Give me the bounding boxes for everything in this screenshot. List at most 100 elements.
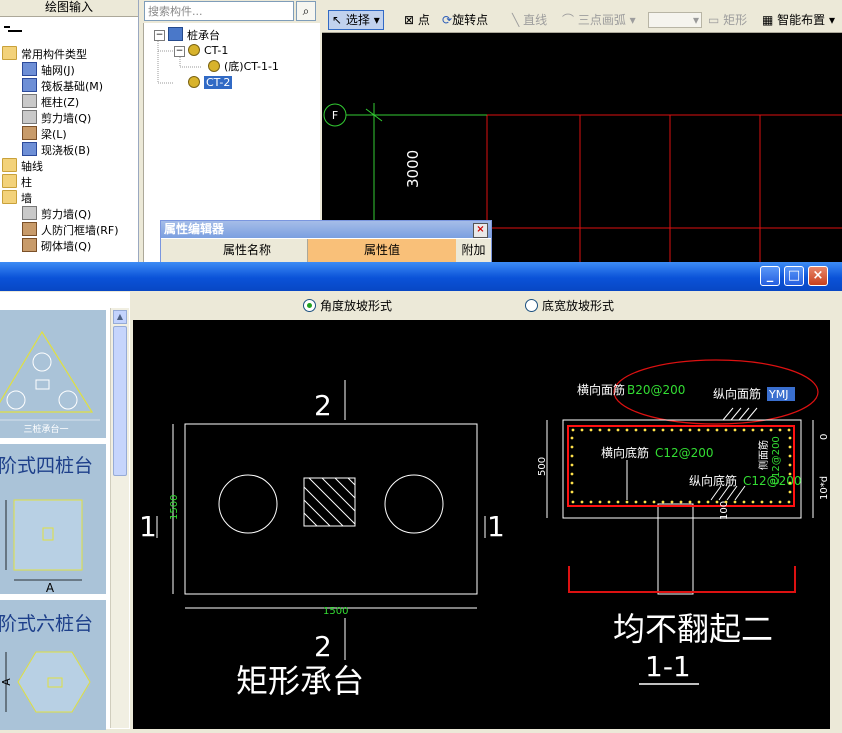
column-header-extra[interactable]: 附加 [456, 239, 491, 262]
tree-item[interactable]: 柱 [2, 174, 32, 190]
point-button[interactable]: ⊠ 点 [404, 11, 430, 29]
tree-item-ct2[interactable]: CT-2 [188, 75, 233, 91]
rotate-point-button[interactable]: ⟳旋转点 [442, 11, 488, 29]
tree-item[interactable]: 剪力墙(Q) [22, 110, 91, 126]
cap-drawing-svg: 2 2 1 1 1500 矩形承台 1500 横向面筋 B20@200 纵向面筋… [139, 359, 830, 700]
tree-item-label: 人防门框墙(RF) [41, 224, 119, 237]
line-icon: ╲ [512, 13, 520, 27]
template-label: 阶式四桩台 [0, 455, 93, 477]
tree-item[interactable]: 常用构件类型 [2, 46, 87, 62]
select-button[interactable]: ↖ 选择 ▾ [328, 10, 384, 30]
tree-item-label: 梁(L) [41, 128, 67, 141]
tree-item-ct1[interactable]: CT-1 [188, 43, 228, 59]
gear-icon [188, 76, 200, 88]
note-text: 均不翻起二 [613, 610, 773, 648]
dialog-titlebar: _ □ × [0, 262, 842, 291]
rebar-dot [688, 428, 692, 432]
tree-root[interactable]: 桩承台 [168, 27, 220, 43]
tree-item[interactable]: 梁(L) [22, 126, 67, 142]
smart-layout-button[interactable]: ▦ 智能布置 ▾ [762, 11, 835, 29]
rebar-dot [607, 428, 611, 432]
collapse-icon[interactable] [4, 26, 22, 32]
maximize-icon: □ [787, 268, 801, 283]
tree-item[interactable]: 剪力墙(Q) [22, 206, 91, 222]
arc-button[interactable]: ⌒ 三点画弧 ▾ [562, 11, 636, 29]
masonry-wall-icon [22, 238, 37, 252]
tree-toggle[interactable]: − [174, 46, 185, 57]
rebar-dot [788, 436, 792, 440]
minimize-icon: _ [766, 268, 774, 283]
tree-item[interactable]: 筏板基础(M) [22, 78, 103, 94]
template-four-pile[interactable]: 阶式四桩台 A [0, 444, 106, 595]
radio-angle-slope[interactable]: 角度放坡形式 [303, 298, 392, 314]
mode-dropdown[interactable]: ▾ [648, 12, 702, 28]
tree-item[interactable]: 现浇板(B) [22, 142, 90, 158]
tree-toggle[interactable]: − [154, 30, 165, 41]
arc-icon: ⌒ [562, 13, 575, 27]
scroll-thumb[interactable] [113, 326, 127, 476]
rebar-dot [570, 436, 574, 440]
dim-zero: 0 [819, 434, 830, 440]
tree-item[interactable]: 砌体墙(Q) [22, 238, 91, 254]
top-bar-label: 横向面筋 [577, 382, 625, 397]
cap-drawing[interactable]: 2 2 1 1 1500 矩形承台 1500 横向面筋 B20@200 纵向面筋… [133, 320, 830, 729]
template-six-pile[interactable]: 阶式六桩台 A [0, 600, 106, 730]
scroll-up-icon[interactable]: ▲ [113, 310, 127, 324]
bottom-bar-value: C12@200 [655, 446, 714, 460]
close-icon[interactable]: × [473, 223, 488, 238]
shear-wall-icon [22, 206, 37, 220]
rebar-dot [616, 500, 620, 504]
row-header [161, 239, 188, 262]
four-pile-thumbnail: 阶式四桩台 A [0, 455, 93, 595]
rebar-dot [580, 428, 584, 432]
property-editor-title: 属性编辑器 [161, 221, 491, 238]
rebar-dot [788, 481, 792, 485]
search-button[interactable]: ⌕ [296, 1, 316, 21]
panel-title: 绘图输入 [0, 0, 138, 17]
long-top-label: 纵向面筋 [713, 386, 761, 401]
rect-button[interactable]: ▭ 矩形 [708, 11, 747, 29]
template-three-pile[interactable]: 三桩承台一 [0, 310, 106, 438]
radio-bottom-width-slope[interactable]: 底宽放坡形式 [525, 298, 614, 314]
beam-icon [22, 126, 37, 140]
tree-item-label: 筏板基础(M) [41, 80, 104, 93]
column-header-value[interactable]: 属性值 [308, 239, 456, 262]
rebar-dot [616, 428, 620, 432]
rebar-dot [769, 500, 773, 504]
maximize-button[interactable]: □ [784, 266, 804, 286]
tree-item[interactable]: 轴网(J) [22, 62, 75, 78]
template-scrollbar[interactable]: ▲ [110, 308, 129, 728]
search-input[interactable]: 搜索构件... [144, 1, 294, 21]
rebar-dot [697, 500, 701, 504]
width-dimension: 1500 [323, 606, 348, 617]
tree-item-label: 剪力墙(Q) [41, 208, 92, 221]
template-label: 三桩承台一 [23, 423, 68, 435]
rebar-dot [688, 500, 692, 504]
rebar-dot [625, 500, 629, 504]
side-bar-value: C12@200 [771, 436, 782, 485]
tree-item[interactable]: 墙 [2, 190, 32, 206]
close-button[interactable]: × [808, 266, 828, 286]
minimize-button[interactable]: _ [760, 266, 780, 286]
rebar-dot [580, 500, 584, 504]
rebar-dot [652, 500, 656, 504]
tree-item-ct1-1[interactable]: (底)CT-1-1 [208, 59, 279, 75]
radio-icon [525, 299, 538, 312]
folder-open-icon [2, 46, 17, 60]
gear-icon [208, 60, 220, 72]
rebar-dot [788, 472, 792, 476]
tree-item[interactable]: 轴线 [2, 158, 43, 174]
rebar-dot [724, 500, 728, 504]
dimension-label: A [0, 678, 13, 686]
rebar-dot [589, 428, 593, 432]
close-icon: × [812, 268, 824, 283]
raft-icon [22, 78, 37, 92]
tree-item[interactable]: 人防门框墙(RF) [22, 222, 119, 238]
line-button[interactable]: ╲ 直线 [512, 11, 547, 29]
caption-plan: 矩形承台 [236, 662, 364, 700]
rebar-dot [570, 454, 574, 458]
tree-item[interactable]: 框柱(Z) [22, 94, 79, 110]
rebar-dot [778, 500, 782, 504]
rebar-dot [787, 500, 791, 504]
column-header-name[interactable]: 属性名称 [187, 239, 308, 262]
